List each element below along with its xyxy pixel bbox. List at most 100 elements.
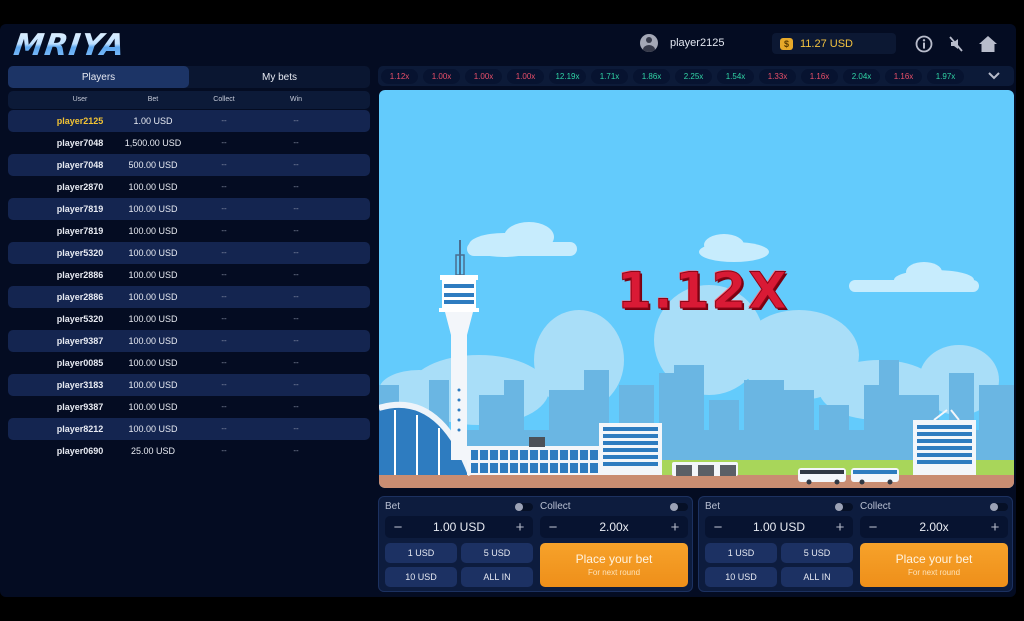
column-user: User [72,96,88,103]
history-multiplier-pill[interactable]: 2.04x [843,68,880,84]
bet-amount: 100.00 USD [128,402,178,412]
win-value: -- [293,314,299,323]
player-bet-row: player5320 100.00 USD -- -- [8,308,370,330]
player-name: player9387 [56,402,104,412]
collect-value[interactable]: 2.00x [599,520,628,534]
bet-amount-value[interactable]: 1.00 USD [433,520,485,534]
bet-decrease-button[interactable]: − [711,519,725,536]
collect-decrease-button[interactable]: − [866,519,880,536]
collect-value: -- [221,336,227,345]
user-profile[interactable]: player2125 [640,34,724,52]
history-multiplier-pill[interactable]: 1.12x [381,68,418,84]
quick-bet-5-usd[interactable]: 5 USD [781,543,853,563]
quick-bet-all-in[interactable]: ALL IN [781,567,853,587]
history-multiplier-pill[interactable]: 1.00x [423,68,460,84]
player-bet-row: player2870 100.00 USD -- -- [8,176,370,198]
player-name: player7048 [56,138,104,148]
player-name: player5320 [56,248,104,258]
bet-increase-button[interactable]: + [833,519,847,536]
auto-bet-toggle[interactable] [835,503,853,511]
quick-bet-10-usd[interactable]: 10 USD [705,567,777,587]
bet-amount: 100.00 USD [128,336,178,346]
history-multiplier-pill[interactable]: 2.25x [675,68,712,84]
player-name: player8212 [56,424,104,434]
player-name: player7048 [56,160,104,170]
place-bet-button[interactable]: Place your bet For next round [860,543,1008,587]
balance-amount: 11.27 USD [800,37,853,50]
quick-bet-all-in[interactable]: ALL IN [461,567,533,587]
history-multiplier-pill[interactable]: 1.16x [801,68,838,84]
bet-amount-stepper: − 1.00 USD + [385,516,533,538]
auto-bet-toggle[interactable] [515,503,533,511]
mriya-logo: MRIYA [11,28,128,63]
column-bet: Bet [147,96,159,103]
bet-amount: 1,500.00 USD [124,138,182,148]
collect-increase-button[interactable]: + [668,519,682,536]
place-bet-button[interactable]: Place your bet For next round [540,543,688,587]
info-icon[interactable] [914,34,934,54]
place-bet-sublabel: For next round [907,568,961,577]
collect-value: -- [221,402,227,411]
player-bet-row: player7048 1,500.00 USD -- -- [8,132,370,154]
players-table-header: User Bet Collect Win [8,91,370,109]
history-multiplier-pill[interactable]: 1.54x [717,68,754,84]
bet-amount: 500.00 USD [128,160,178,170]
history-multiplier-pill[interactable]: 1.00x [507,68,544,84]
bet-amount: 100.00 USD [128,248,178,258]
player-name: player9387 [56,336,104,346]
win-value: -- [293,204,299,213]
collect-value[interactable]: 2.00x [919,520,948,534]
history-multiplier-pill[interactable]: 1.97x [927,68,964,84]
home-icon[interactable] [978,34,998,54]
bet-amount: 100.00 USD [128,204,178,214]
coin-icon: $ [780,37,793,50]
player-name: player3183 [56,380,104,390]
bet-amount-value[interactable]: 1.00 USD [753,520,805,534]
player-bet-row: player9387 100.00 USD -- -- [8,396,370,418]
collect-value: -- [221,160,227,169]
player-name: player2125 [56,116,104,126]
collect-value: -- [221,358,227,367]
win-value: -- [293,270,299,279]
history-multiplier-pill[interactable]: 12.19x [549,68,586,84]
history-multiplier-pill[interactable]: 1.86x [633,68,670,84]
auto-collect-toggle[interactable] [990,503,1008,511]
win-value: -- [293,424,299,433]
bet-label: Bet [385,501,401,512]
collect-stepper: − 2.00x + [860,516,1008,538]
avatar-icon [640,34,658,52]
player-name: player7819 [56,204,104,214]
tab-players[interactable]: Players [8,66,189,88]
bet-amount-stepper: − 1.00 USD + [705,516,853,538]
history-multiplier-pill[interactable]: 1.33x [759,68,796,84]
collect-increase-button[interactable]: + [988,519,1002,536]
player-name: player5320 [56,314,104,324]
collect-value: -- [221,226,227,235]
player-bet-row: player9387 100.00 USD -- -- [8,330,370,352]
collect-decrease-button[interactable]: − [546,519,560,536]
quick-bet-1-usd[interactable]: 1 USD [385,543,457,563]
players-table: player2125 1.00 USD -- -- player7048 1,500.00… [8,110,370,462]
quick-bet-5-usd[interactable]: 5 USD [461,543,533,563]
tab-my-bets[interactable]: My bets [189,66,370,88]
bet-amount: 100.00 USD [128,314,178,324]
auto-collect-toggle[interactable] [670,503,688,511]
bet-amount: 100.00 USD [128,358,178,368]
bet-amount: 100.00 USD [128,424,178,434]
runway-ground [379,475,1014,488]
quick-bet-1-usd[interactable]: 1 USD [705,543,777,563]
collect-value: -- [221,314,227,323]
history-multiplier-pill[interactable]: 1.16x [885,68,922,84]
history-multiplier-pill[interactable]: 1.00x [465,68,502,84]
quick-bet-10-usd[interactable]: 10 USD [385,567,457,587]
win-value: -- [293,138,299,147]
expand-history-chevron-icon[interactable] [986,68,1002,84]
bet-decrease-button[interactable]: − [391,519,405,536]
win-value: -- [293,160,299,169]
bet-increase-button[interactable]: + [513,519,527,536]
history-multiplier-pill[interactable]: 1.71x [591,68,628,84]
sound-muted-icon[interactable] [946,34,966,54]
bet-amount: 100.00 USD [128,270,178,280]
game-scene: 1.12X [379,90,1014,488]
player-bet-row: player7819 100.00 USD -- -- [8,198,370,220]
